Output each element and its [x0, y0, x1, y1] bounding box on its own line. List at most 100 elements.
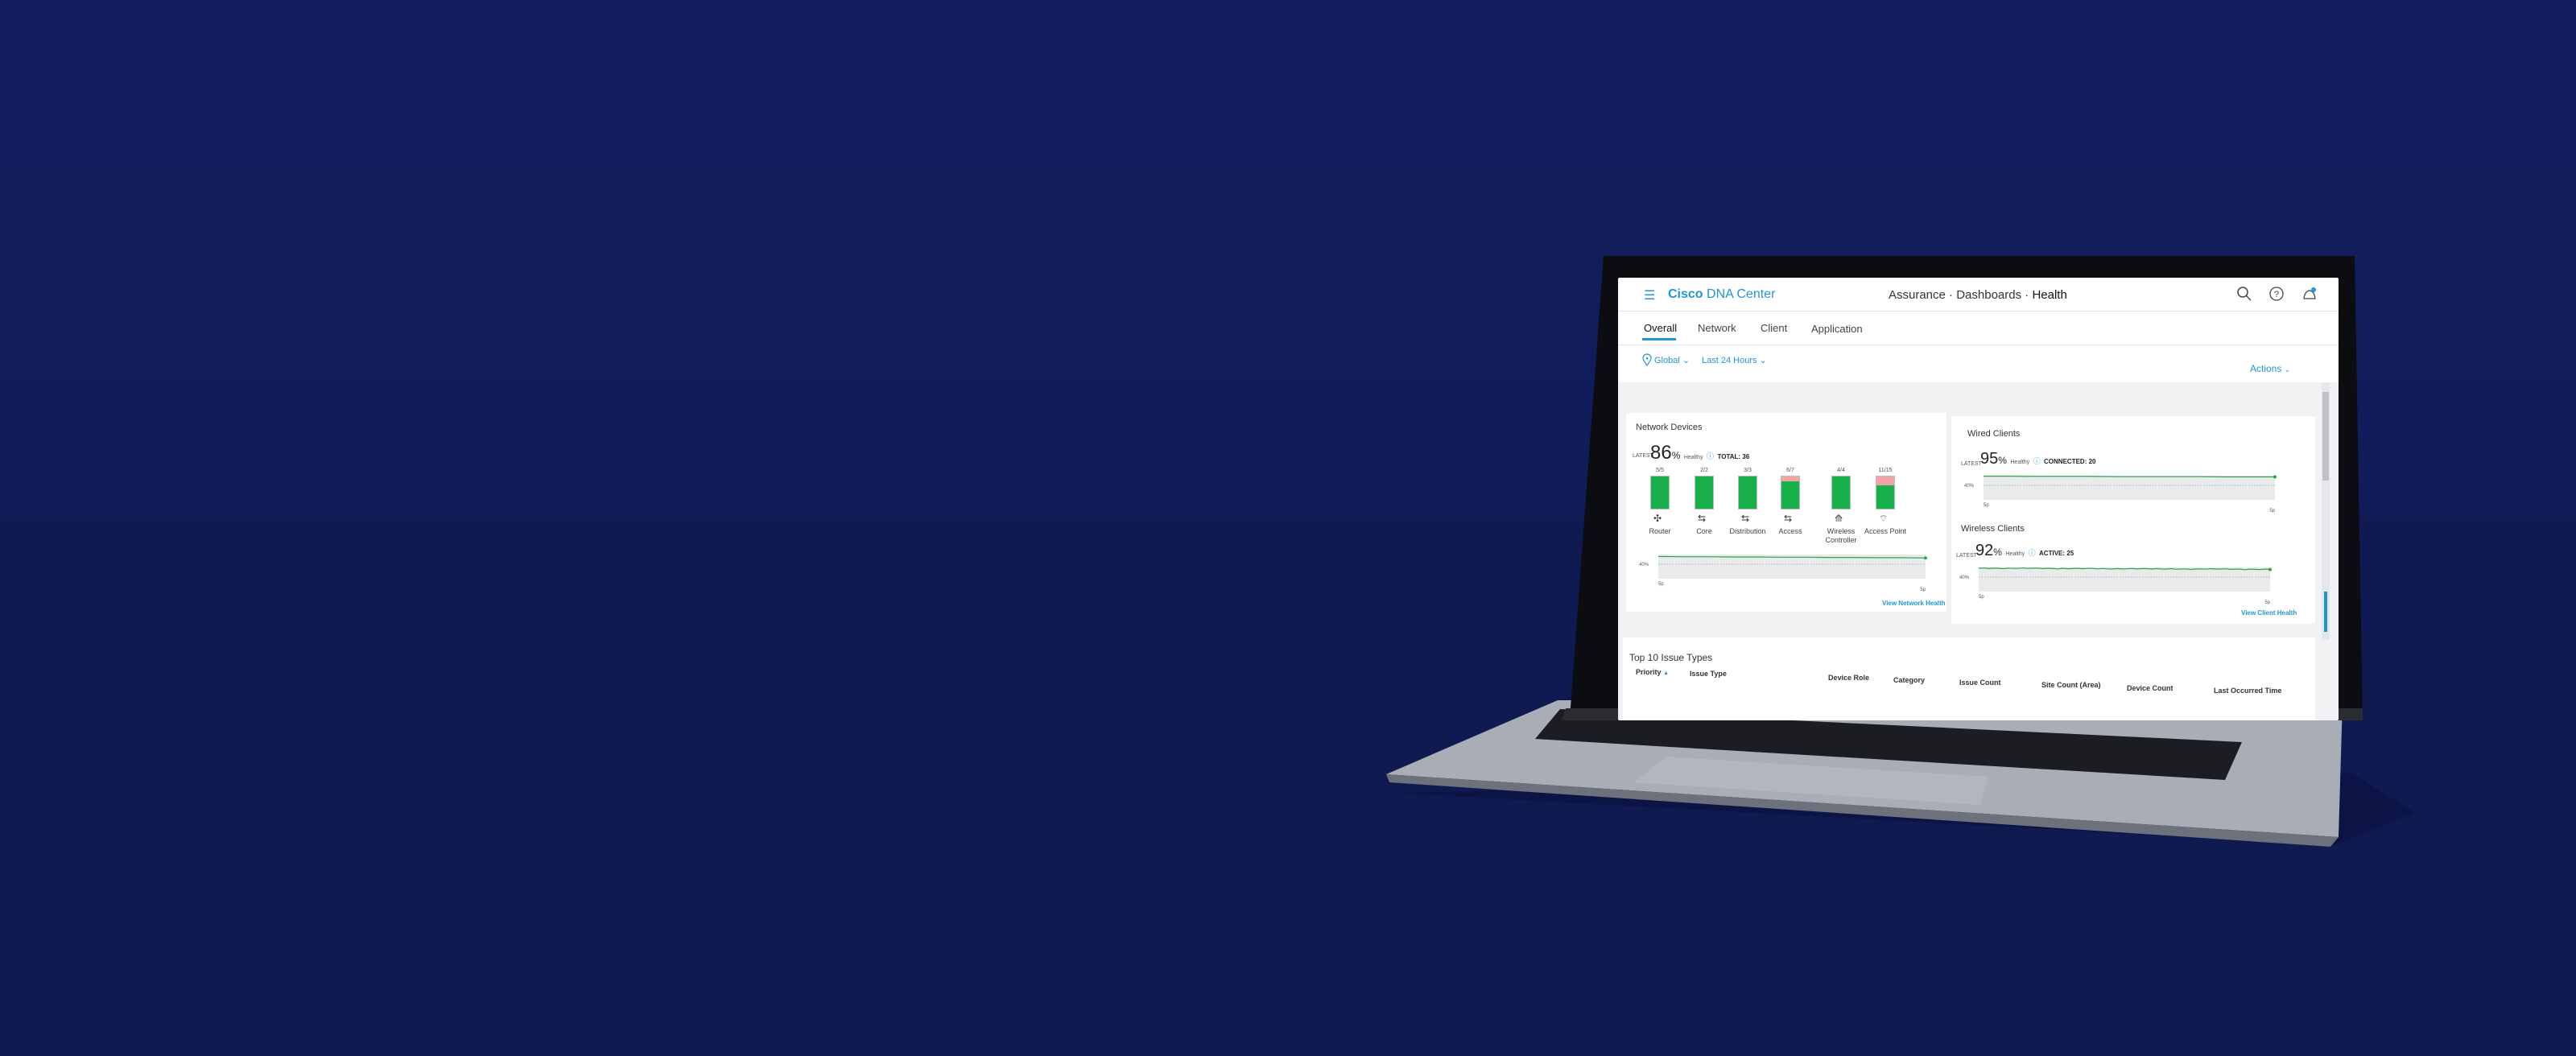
breadcrumb-assurance[interactable]: Assurance — [1889, 288, 1946, 302]
start-time-label: 5p — [1984, 503, 1989, 508]
top-issues-card: Top 10 Issue Types Priority ▲ Issue Type… — [1623, 637, 2315, 720]
health-value: 86 — [1650, 442, 1672, 464]
device-fraction: 4/4 — [1837, 468, 1845, 473]
device-bar-router[interactable] — [1650, 476, 1670, 509]
wired-health-trend: 40% 5p 5p — [1964, 475, 2277, 513]
column-device-count[interactable]: Device Count — [2127, 684, 2174, 692]
tab-network[interactable]: Network — [1698, 322, 1736, 334]
column-last-occurred-time[interactable]: Last Occurred Time — [2214, 687, 2281, 695]
info-icon[interactable]: ⓘ — [1707, 452, 1714, 460]
tab-client[interactable]: Client — [1761, 322, 1787, 334]
total-count: TOTAL: 36 — [1717, 453, 1750, 460]
device-fraction: 6/7 — [1786, 468, 1794, 473]
device-label: Access — [1778, 527, 1802, 535]
svg-text:?: ? — [2274, 290, 2279, 299]
device-label: Access Point — [1864, 527, 1907, 535]
info-icon[interactable]: ⓘ — [2033, 457, 2041, 465]
end-time-label: 5p — [2269, 509, 2275, 513]
breadcrumb-health: Health — [2032, 288, 2067, 302]
column-site-count[interactable]: Site Count (Area) — [2041, 681, 2101, 689]
column-issue-count[interactable]: Issue Count — [1959, 679, 2001, 687]
latest-point — [2268, 567, 2272, 571]
network-devices-card: Network Devices LATEST 86% Healthy ⓘ TOT… — [1626, 413, 1946, 612]
card-title: Top 10 Issue Types — [1629, 652, 1713, 663]
column-category[interactable]: Category — [1893, 676, 1925, 684]
time-range-value: Last 24 Hours — [1702, 356, 1757, 365]
hamburger-icon[interactable]: ☰ — [1644, 287, 1655, 303]
device-bar-core[interactable] — [1695, 476, 1714, 509]
threshold-label: 40% — [1964, 484, 1975, 489]
chevron-down-icon: ⌄ — [1759, 356, 1767, 365]
tab-overall[interactable]: Overall — [1644, 322, 1677, 334]
device-label: Distribution — [1729, 527, 1766, 535]
end-time-label: 5p — [2264, 600, 2270, 604]
unhealthy-segment — [1781, 476, 1799, 481]
device-bar-wireless-controller[interactable] — [1831, 476, 1851, 509]
wired-health-score: 95% Healthy ⓘ CONNECTED: 20 — [1980, 450, 2095, 468]
device-label: Router — [1649, 527, 1671, 535]
start-time-label: 5p — [1979, 595, 1984, 600]
device-bar-access-point[interactable] — [1876, 476, 1895, 509]
location-value: Global — [1654, 356, 1680, 365]
info-icon[interactable]: ⓘ — [2029, 549, 2036, 557]
notification-icon[interactable] — [2301, 285, 2318, 303]
device-label: Wireless Controller — [1825, 527, 1857, 544]
actions-label: Actions — [2250, 363, 2282, 374]
device-fraction: 11/15 — [1878, 468, 1893, 473]
wired-clients-title: Wired Clients — [1967, 429, 2021, 439]
healthy-label: Healthy — [2005, 551, 2025, 557]
percent-sign: % — [1998, 455, 2007, 466]
switch-icon: ⇆ — [1698, 513, 1707, 524]
breadcrumb-separator: · — [2025, 288, 2029, 302]
network-health-trend: 40% 5p 5p — [1639, 555, 1927, 592]
location-pin-icon — [1642, 353, 1652, 366]
product-hero-scene: ☰ Cisco DNA Center Assurance · Dashboard… — [0, 0, 2576, 1056]
column-priority[interactable]: Priority ▲ — [1636, 668, 1669, 676]
healthy-label: Healthy — [2010, 460, 2030, 465]
health-value: 92 — [1975, 542, 1994, 559]
wireless-clients-title: Wireless Clients — [1961, 524, 2025, 534]
device-fraction: 5/5 — [1656, 468, 1664, 473]
breadcrumb-separator: · — [1949, 288, 1954, 302]
trend-area — [1979, 567, 2270, 592]
device-fraction: 3/3 — [1744, 468, 1752, 473]
tab-application[interactable]: Application — [1811, 323, 1863, 335]
help-icon[interactable]: ? — [2268, 286, 2285, 302]
latest-label: LATEST — [1961, 461, 1982, 467]
network-health-score: 86% Healthy ⓘ TOTAL: 36 — [1650, 442, 1749, 464]
breadcrumb: Assurance · Dashboards · Health — [1889, 288, 2067, 302]
tabs-divider — [1618, 344, 2339, 345]
wifi-icon: ⌔ — [1879, 513, 1889, 524]
healthy-label: Healthy — [1683, 455, 1703, 460]
device-bar-distribution[interactable] — [1738, 476, 1757, 509]
wireless-health-trend: 40% 5p 5p — [1959, 567, 2272, 604]
brand-product: DNA Center — [1707, 287, 1776, 301]
wireless-controller-icon: ⟰ — [1835, 513, 1843, 524]
router-icon: ✣ — [1653, 513, 1662, 524]
clients-card: Wired Clients LATEST 95% Healthy ⓘ CONNE… — [1951, 416, 2315, 624]
app-brand[interactable]: Cisco DNA Center — [1668, 287, 1775, 302]
chevron-down-icon: ⌄ — [1682, 356, 1690, 365]
dna-center-screen: ☰ Cisco DNA Center Assurance · Dashboard… — [1618, 278, 2339, 720]
column-issue-type[interactable]: Issue Type — [1690, 670, 1727, 678]
device-bar-access[interactable] — [1781, 476, 1800, 509]
scrollbar-thumb[interactable] — [2322, 392, 2329, 481]
health-value: 95 — [1980, 450, 1999, 468]
scrollbar[interactable] — [2322, 382, 2330, 640]
location-filter[interactable]: Global ⌄ — [1654, 355, 1690, 365]
start-time-label: 5p — [1658, 582, 1664, 587]
device-label: Core — [1696, 527, 1712, 535]
column-label: Priority — [1636, 668, 1662, 676]
actions-dropdown[interactable]: Actions ⌄ — [2250, 363, 2290, 374]
time-range-filter[interactable]: Last 24 Hours ⌄ — [1702, 355, 1767, 365]
breadcrumb-dashboards[interactable]: Dashboards — [1956, 288, 2021, 302]
scroll-accent — [2324, 592, 2327, 632]
switch-icon: ⇆ — [1784, 513, 1793, 524]
card-title: Network Devices — [1636, 423, 1703, 432]
view-network-health-link[interactable]: View Network Health — [1882, 600, 1946, 607]
device-fraction: 2/2 — [1700, 468, 1708, 473]
column-device-role[interactable]: Device Role — [1828, 674, 1869, 682]
view-client-health-link[interactable]: View Client Health — [2241, 609, 2297, 617]
active-tab-indicator — [1642, 338, 1676, 340]
search-icon[interactable] — [2236, 286, 2252, 302]
